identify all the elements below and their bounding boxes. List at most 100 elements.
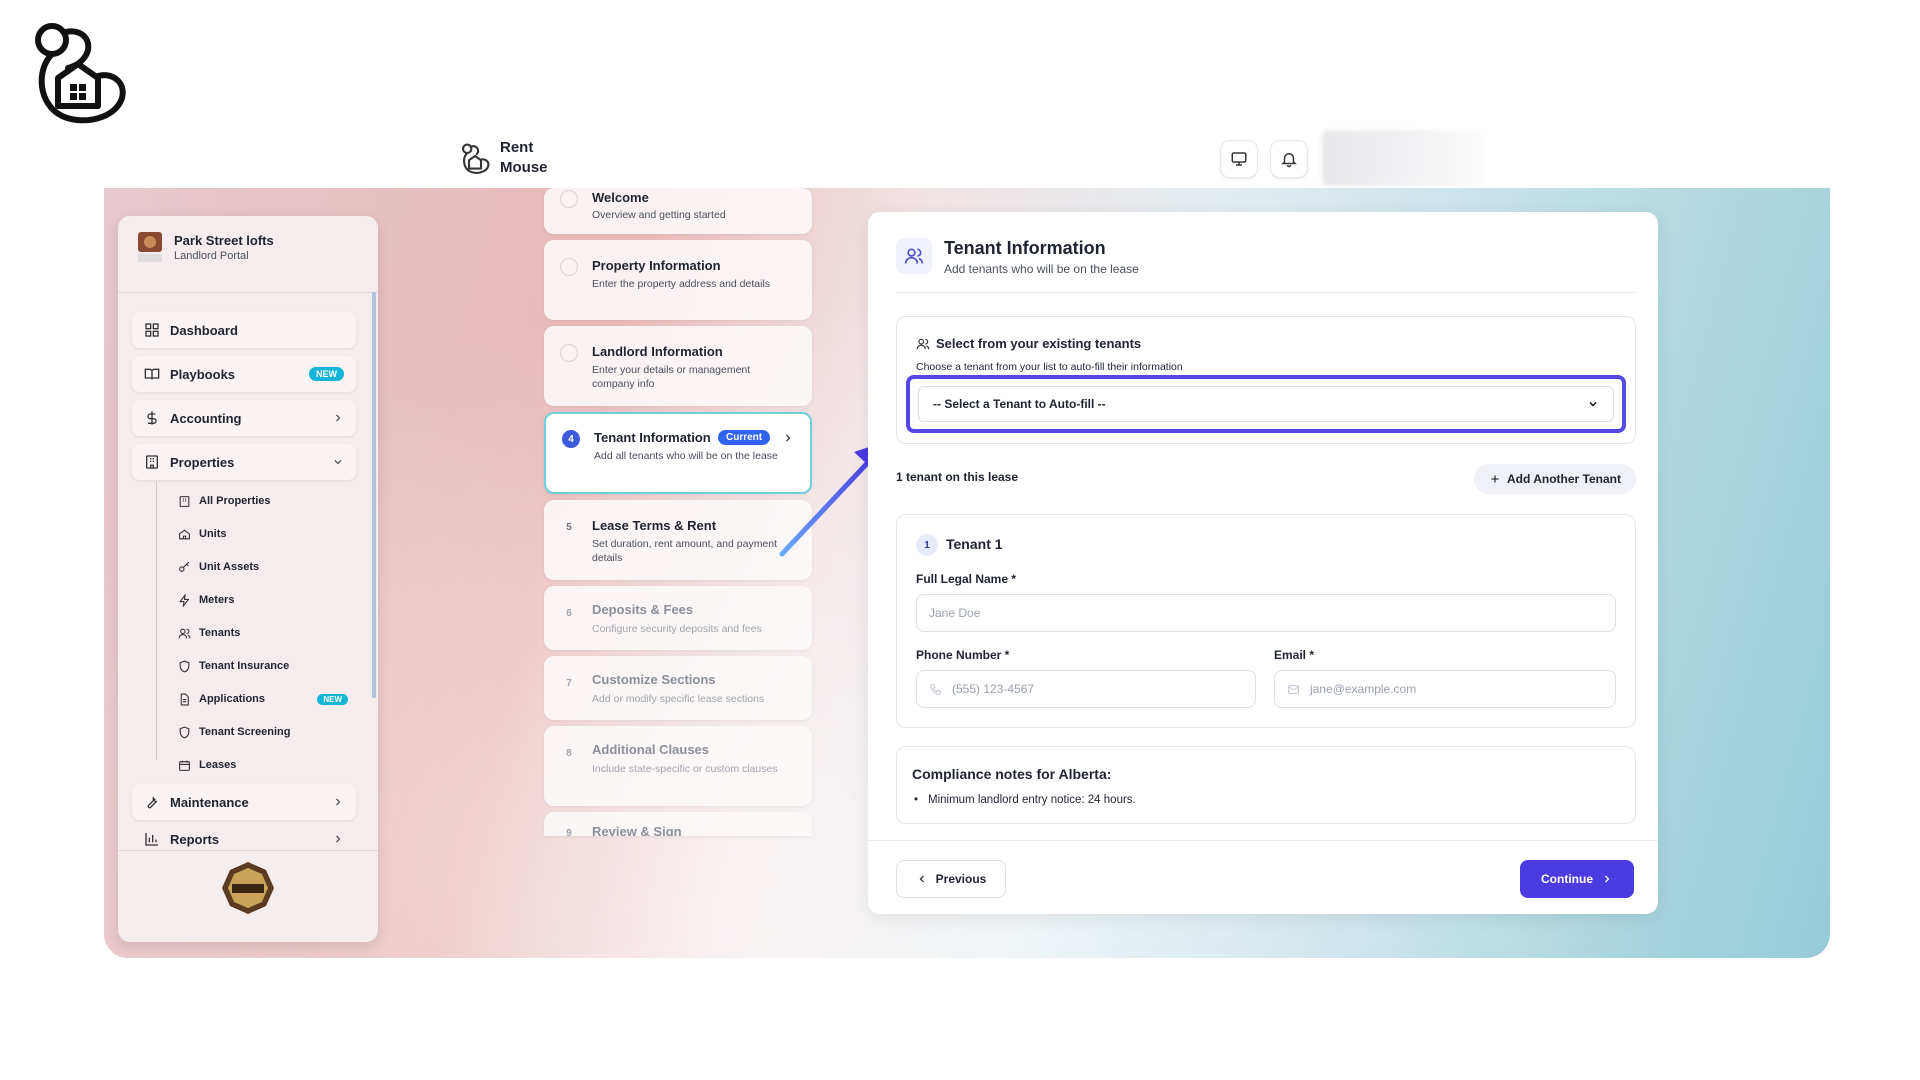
current-step-pill: Current — [718, 430, 771, 445]
step-deposits-fees[interactable]: 6 Deposits & Fees Configure security dep… — [544, 586, 812, 650]
sidebar-footer-divider — [118, 850, 378, 851]
plus-icon — [1491, 475, 1499, 483]
existing-tenants-title: Select from your existing tenants — [916, 336, 1141, 351]
select-value: -- Select a Tenant to Auto-fill -- — [933, 397, 1106, 411]
subitem-label: Tenant Insurance — [199, 660, 290, 672]
tenant-autofill-select[interactable]: -- Select a Tenant to Auto-fill -- — [918, 386, 1614, 422]
step-property-information[interactable]: Property Information Enter the property … — [544, 240, 812, 320]
page-subtitle: Add tenants who will be on the lease — [944, 262, 1139, 276]
bolt-icon — [179, 593, 190, 607]
step-landlord-information[interactable]: Landlord Information Enter your details … — [544, 326, 812, 406]
sidebar-subitem-leases[interactable]: Leases — [178, 754, 348, 776]
sidebar-divider — [118, 292, 378, 293]
chevron-right-icon — [336, 835, 341, 843]
sidebar-subitem-tenant-screening[interactable]: Tenant Screening — [178, 721, 348, 743]
submenu-guide-line — [156, 482, 157, 760]
chevron-down-icon — [1589, 401, 1597, 407]
step-title: Property Information — [592, 258, 721, 273]
dashboard-icon — [145, 323, 159, 337]
sidebar-item-properties[interactable]: Properties — [132, 444, 356, 480]
brand-name[interactable]: Rent Mouse — [500, 138, 570, 178]
sidebar-scrollbar[interactable] — [372, 292, 376, 698]
screen: Rent Mouse Park Street lofts Landlord Po… — [0, 0, 1920, 1080]
sidebar-item-maintenance[interactable]: Maintenance — [132, 784, 356, 820]
step-welcome[interactable]: Welcome Overview and getting started — [544, 188, 812, 234]
pro-founding-member-badge-icon — [222, 862, 274, 914]
org-name: Park Street lofts — [174, 232, 274, 248]
subitem-label: Tenants — [199, 627, 241, 639]
step-description: Add all tenants who will be on the lease — [594, 450, 778, 462]
rent-mouse-logo-icon — [35, 23, 126, 124]
existing-tenants-title-text: Select from your existing tenants — [936, 336, 1142, 351]
sidebar-item-dashboard[interactable]: Dashboard — [132, 312, 356, 348]
step-number: 5 — [566, 521, 572, 533]
step-title: Lease Terms & Rent — [592, 518, 717, 533]
step-number: 8 — [566, 747, 572, 759]
users-icon — [916, 338, 930, 349]
subitem-label: All Properties — [199, 495, 271, 507]
display-button[interactable] — [1220, 140, 1258, 178]
org-logo-icon — [138, 232, 162, 262]
page-title: Tenant Information — [944, 238, 1106, 258]
phone-input[interactable]: (555) 123-4567 — [916, 670, 1256, 708]
sidebar-item-reports[interactable]: Reports — [132, 828, 356, 850]
shield-icon — [179, 660, 190, 673]
subitem-label: Unit Assets — [199, 561, 260, 573]
subitem-label: Applications — [199, 693, 266, 705]
continue-button[interactable]: Continue — [1520, 860, 1634, 898]
user-menu-blurred[interactable] — [1322, 130, 1482, 186]
step-title: Review & Sign — [592, 824, 682, 836]
sidebar-subitem-tenant-insurance[interactable]: Tenant Insurance — [178, 655, 348, 677]
chevron-right-icon — [336, 414, 341, 422]
monitor-icon — [1231, 152, 1247, 166]
email-label: Email * — [1274, 648, 1315, 662]
compliance-box — [896, 746, 1636, 824]
step-description: Enter the property address and details — [592, 278, 771, 290]
building-icon — [146, 455, 158, 469]
step-number — [560, 190, 578, 208]
mail-icon — [1288, 684, 1299, 694]
notifications-button[interactable] — [1270, 140, 1308, 178]
chevron-left-icon — [919, 875, 924, 883]
step-number — [560, 344, 578, 362]
subitem-label: Tenant Screening — [199, 726, 291, 738]
brand-name-line1: Rent — [500, 139, 534, 156]
sidebar-subitem-meters[interactable]: Meters — [178, 589, 348, 611]
org-header[interactable]: Park Street lofts Landlord Portal — [136, 230, 274, 264]
compliance-note: Minimum landlord entry notice: 24 hours. — [914, 794, 1136, 806]
sidebar-subitem-unit-assets[interactable]: Unit Assets — [178, 556, 348, 578]
new-badge: NEW — [309, 367, 344, 381]
email-input[interactable]: jane@example.com — [1274, 670, 1616, 708]
sidebar-subitem-all-properties[interactable]: All Properties — [178, 490, 348, 512]
step-review-sign[interactable]: 9 Review & Sign — [544, 812, 812, 836]
sidebar-item-label: Maintenance — [170, 794, 249, 810]
users-icon — [904, 248, 924, 264]
wrench-icon — [147, 796, 158, 809]
previous-label: Previous — [935, 872, 987, 886]
sidebar-item-accounting[interactable]: Accounting — [132, 400, 356, 436]
step-number: 9 — [566, 827, 572, 837]
sidebar-item-playbooks[interactable]: Playbooks NEW — [132, 356, 356, 392]
users-icon — [178, 628, 191, 638]
sidebar-subitem-tenants[interactable]: Tenants — [178, 622, 348, 644]
full-name-input[interactable]: Jane Doe — [916, 594, 1616, 632]
previous-button[interactable]: Previous — [896, 860, 1006, 898]
step-description: Include state-specific or custom clauses — [592, 763, 778, 775]
step-additional-clauses[interactable]: 8 Additional Clauses Include state-speci… — [544, 726, 812, 806]
brand-logo-icon[interactable] — [460, 142, 490, 176]
step-description: Set duration, rent amount, and payment d… — [592, 538, 778, 564]
building-icon — [179, 495, 190, 507]
step-number: 4 — [562, 430, 580, 448]
calendar-icon — [179, 760, 190, 771]
sidebar-subitem-units[interactable]: Units — [178, 523, 348, 545]
tenant-count: 1 tenant on this lease — [896, 470, 1019, 484]
home-icon — [179, 528, 190, 539]
step-number — [560, 258, 578, 276]
step-customize-sections[interactable]: 7 Customize Sections Add or modify speci… — [544, 656, 812, 720]
chevron-down-icon — [334, 460, 342, 465]
step-title: Tenant Information — [594, 430, 711, 445]
sidebar-subitem-applications[interactable]: Applications NEW — [178, 688, 348, 710]
sidebar-item-label: Reports — [170, 831, 220, 847]
new-badge: NEW — [317, 693, 348, 705]
add-another-tenant-button[interactable]: Add Another Tenant — [1474, 464, 1636, 494]
